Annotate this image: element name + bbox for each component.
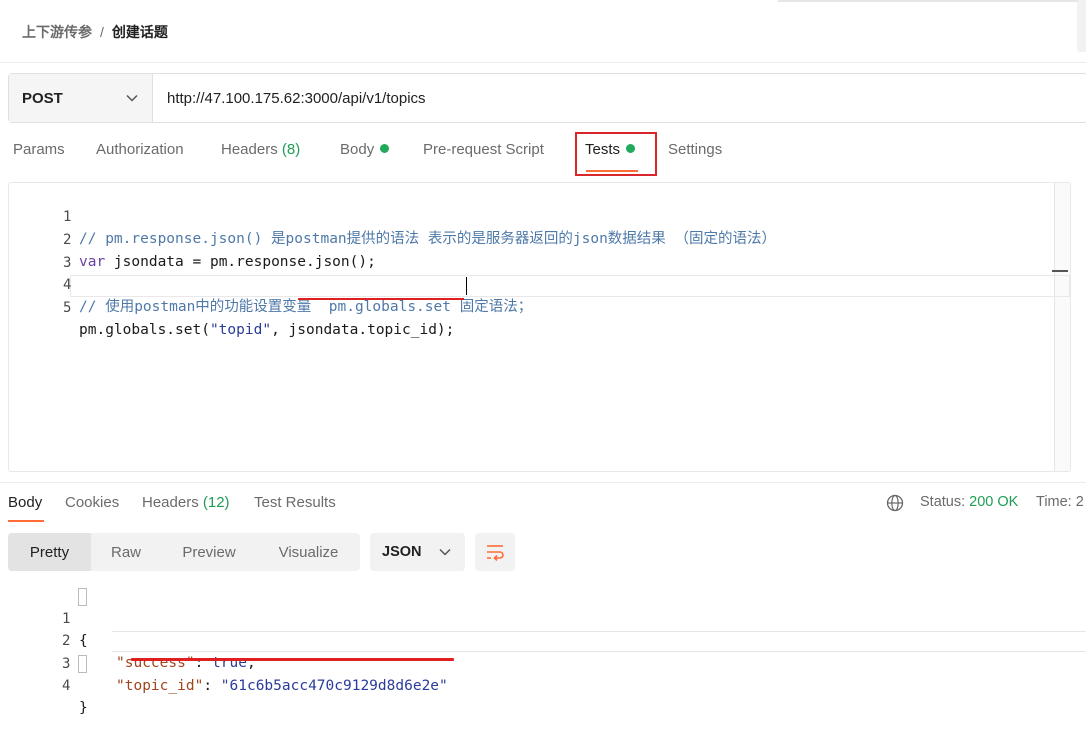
wrap-lines-button[interactable]: [475, 533, 515, 571]
code-comment: // pm.response.json() 是postman提供的语法 表示的是…: [79, 231, 777, 247]
line-number: 3: [62, 656, 71, 672]
bracket-match-box: [78, 655, 87, 673]
tab-settings[interactable]: Settings: [668, 141, 722, 158]
view-preview-button[interactable]: Preview: [161, 533, 257, 571]
line-number: 2: [62, 633, 71, 649]
side-panel-edge: [1077, 0, 1086, 52]
tab-headers-label: Headers: [221, 141, 278, 158]
breadcrumb-current[interactable]: 创建话题: [112, 22, 168, 42]
view-raw-button[interactable]: Raw: [91, 533, 161, 571]
code-string: "topid": [209, 322, 272, 338]
json-brace: {: [79, 633, 88, 649]
json-brace: }: [79, 700, 88, 716]
resp-tab-test-results[interactable]: Test Results: [254, 494, 336, 511]
resp-tab-headers-label: Headers: [142, 494, 199, 511]
editor-scrollbar[interactable]: [1054, 183, 1070, 471]
response-line: 3 "topic_id": "61c6b5acc470c9129d8d6e2e": [0, 631, 448, 694]
code-text: pm.globals.set(: [79, 322, 210, 338]
line-number: 4: [62, 678, 71, 694]
status-value[interactable]: 200 OK: [969, 494, 1018, 510]
code-line: 4 // 使用postman中的功能设置变量 pm.globals.set 固定…: [0, 252, 532, 315]
globe-icon[interactable]: [886, 494, 904, 512]
status-dot: [380, 144, 390, 153]
code-keyword: var: [79, 254, 106, 270]
json-value: "61c6b5acc470c9129d8d6e2e": [220, 678, 448, 694]
line-number: 2: [63, 232, 72, 248]
format-label: JSON: [382, 544, 422, 560]
breadcrumb: 上下游传参 / 创建话题: [22, 22, 168, 42]
text-cursor: [466, 277, 467, 295]
view-pretty-button[interactable]: Pretty: [8, 533, 91, 571]
method-select[interactable]: POST: [9, 74, 153, 122]
code-text: , jsondata.topic_id);: [271, 322, 455, 338]
breadcrumb-parent[interactable]: 上下游传参: [22, 22, 92, 42]
code-line: 3: [0, 230, 71, 271]
response-time: Time: 2: [1036, 494, 1084, 510]
wrap-lines-icon: [487, 545, 504, 561]
time-value[interactable]: 2: [1076, 494, 1084, 510]
current-line-highlight: [112, 631, 1086, 652]
json-key: "topic_id": [116, 678, 204, 694]
tab-params[interactable]: Params: [13, 141, 65, 158]
request-bar: POST http://47.100.175.62:3000/api/v1/to…: [8, 73, 1086, 123]
status-label: Status:: [920, 494, 966, 510]
divider: [0, 482, 1086, 483]
scroll-position-marker: [1052, 270, 1068, 272]
response-line: 2 "success": true,: [0, 608, 256, 671]
active-tab-underline: [586, 170, 638, 172]
resp-tab-cookies[interactable]: Cookies: [65, 494, 119, 511]
resp-headers-count: (12): [202, 494, 230, 511]
line-number: 1: [63, 209, 72, 225]
tab-strip-edge: [778, 0, 1086, 2]
code-line: 5 pm.globals.set("topid", jsondata.topic…: [0, 275, 454, 338]
method-label: POST: [22, 89, 63, 107]
code-text: jsondata = pm.response.json();: [105, 254, 376, 270]
response-line: 1 {: [0, 586, 88, 649]
chevron-down-icon: [439, 548, 451, 556]
divider: [0, 62, 1086, 63]
bracket-match-box: [78, 588, 87, 606]
view-visualize-button[interactable]: Visualize: [257, 533, 360, 571]
code-line: 2 var jsondata = pm.response.json();: [0, 207, 376, 270]
resp-tab-body[interactable]: Body: [8, 494, 42, 511]
response-status: Status: 200 OK: [920, 494, 1018, 510]
response-line: 4 }: [0, 653, 88, 716]
resp-tab-headers[interactable]: Headers (12): [142, 494, 230, 511]
line-number: 5: [63, 300, 72, 316]
headers-count: (8): [281, 141, 301, 158]
url-input[interactable]: http://47.100.175.62:3000/api/v1/topics: [153, 74, 1086, 122]
annotation-underline: [298, 298, 464, 300]
request-tabs: Params Authorization Headers (8) Body Pr…: [0, 133, 1086, 173]
line-number: 1: [62, 611, 71, 627]
code-line: 1 // pm.response.json() 是postman提供的语法 表示…: [0, 184, 776, 247]
tab-prerequest-script[interactable]: Pre-request Script: [423, 141, 544, 158]
chevron-down-icon: [126, 94, 138, 102]
tab-body-label: Body: [340, 141, 375, 158]
view-mode-group: Pretty Raw Preview Visualize: [8, 533, 360, 571]
current-line-highlight: [70, 275, 1070, 297]
line-number: 4: [63, 277, 72, 293]
active-tab-underline: [8, 520, 44, 522]
time-label: Time:: [1036, 494, 1072, 510]
line-number: 3: [63, 255, 72, 271]
tab-headers[interactable]: Headers (8): [221, 141, 300, 158]
annotation-underline: [131, 658, 454, 661]
format-select[interactable]: JSON: [370, 533, 465, 571]
tab-authorization[interactable]: Authorization: [96, 141, 184, 158]
breadcrumb-separator: /: [100, 24, 104, 40]
tab-body[interactable]: Body: [340, 141, 390, 158]
